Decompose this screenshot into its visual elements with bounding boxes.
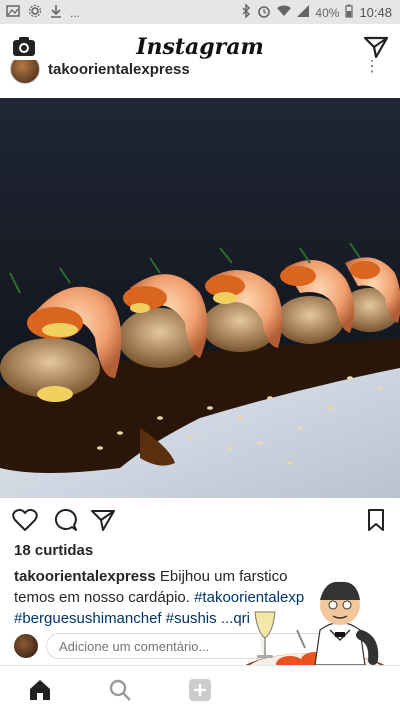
more-icon: ... [70,6,81,20]
share-icon[interactable] [90,508,116,532]
avatar[interactable] [10,60,40,84]
post-actions [0,504,400,536]
hashtag[interactable]: #sushis [166,610,217,627]
signal-icon [297,5,310,21]
comment-icon[interactable] [52,508,78,532]
likes-count[interactable]: 18 curtidas [14,542,93,559]
post-username[interactable]: takoorientalexpress [48,61,190,78]
alarm-icon [257,4,271,22]
photo-illustration [0,98,400,498]
app-title: Instagram [136,34,264,60]
image-icon [6,5,20,21]
settings-icon [28,4,42,22]
wifi-icon [277,5,292,21]
bluetooth-icon [241,3,251,22]
clock: 10:48 [359,5,392,20]
battery-icon [345,4,354,22]
add-icon[interactable] [188,678,212,702]
direct-send-icon[interactable] [363,36,389,59]
status-right: 40% 10:48 [241,3,392,22]
vertical-ellipsis-icon[interactable]: ⋮ [364,60,380,75]
status-left: ... [6,4,80,22]
bookmark-icon[interactable] [364,508,390,532]
avatar [14,634,38,658]
search-icon[interactable] [108,678,132,702]
status-bar: ... 40% 10:48 [0,0,400,24]
post-header: takoorientalexpress ⋮ [0,60,400,98]
home-icon[interactable] [28,678,52,702]
heart-icon[interactable] [12,508,38,532]
battery-percent: 40% [315,6,340,20]
bottom-nav [0,665,400,711]
hashtag[interactable]: #berguesushimanchef [14,610,162,627]
caption-text-2: temos em nosso cardápio. [14,589,195,606]
caption-username[interactable]: takoorientalexpress [14,568,156,585]
post-photo[interactable] [0,98,400,498]
download-icon [50,4,62,22]
